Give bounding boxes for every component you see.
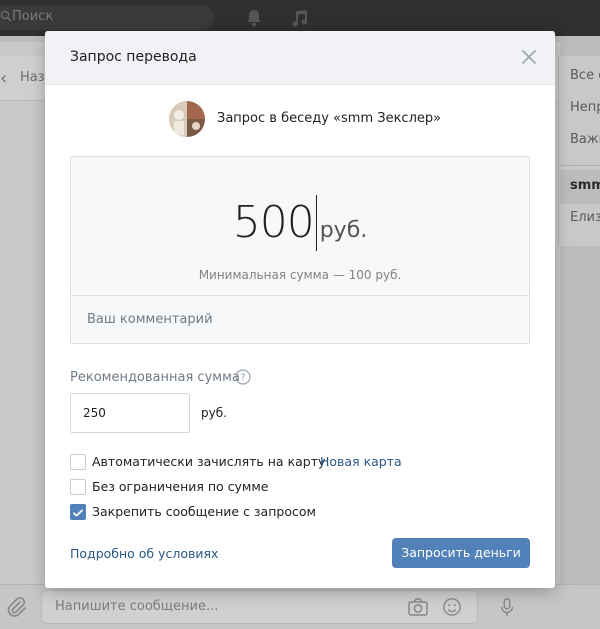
recommended-amount-value: 250 xyxy=(83,406,106,420)
camera-icon[interactable] xyxy=(407,597,429,617)
modal-header: Запрос перевода xyxy=(45,31,555,85)
smile-icon[interactable] xyxy=(441,597,463,617)
option-pin-message-label: Закрепить сообщение с запросом xyxy=(92,504,316,519)
chevron-left-icon[interactable]: ‹ xyxy=(0,68,7,89)
amount-line[interactable]: 500 руб. xyxy=(71,195,529,251)
avatar-collage-icon xyxy=(169,101,205,137)
minimum-amount-note: Минимальная сумма — 100 руб. xyxy=(198,268,402,282)
terms-link[interactable]: Подробно об условиях xyxy=(70,546,218,561)
comment-placeholder: Ваш комментарий xyxy=(87,312,213,327)
search-field[interactable]: Поиск xyxy=(0,5,214,30)
music-icon[interactable] xyxy=(289,8,309,28)
paperclip-icon[interactable] xyxy=(6,596,26,618)
option-no-limit-label: Без ограничения по сумме xyxy=(92,479,269,494)
svg-text:?: ? xyxy=(240,373,245,384)
option-auto-card-label: Автоматически зачислять на карту: xyxy=(92,454,330,469)
comment-input[interactable]: Ваш комментарий xyxy=(71,296,529,343)
filter-important[interactable]: Важн xyxy=(570,132,600,147)
close-icon[interactable] xyxy=(521,49,537,65)
checkmark-icon xyxy=(73,509,83,517)
chat-item-eliz[interactable]: Елиз xyxy=(570,210,600,225)
search-placeholder: Поиск xyxy=(12,9,54,24)
amount-currency: руб. xyxy=(319,218,368,243)
back-label[interactable]: Наз xyxy=(20,70,45,85)
checkbox-no-limit[interactable] xyxy=(70,479,86,495)
filter-unread[interactable]: Непр xyxy=(570,100,600,115)
text-cursor xyxy=(315,195,317,251)
request-money-button[interactable]: Запросить деньги xyxy=(392,538,530,568)
recommended-amount-label: Рекомендованная сумма xyxy=(70,370,240,385)
divider xyxy=(560,165,600,166)
modal-title: Запрос перевода xyxy=(70,49,197,65)
money-request-modal: Запрос перевода Запрос в беседу «smm Зек… xyxy=(45,31,555,588)
recommended-amount-input[interactable]: 250 xyxy=(70,393,190,433)
bell-icon[interactable] xyxy=(244,8,264,28)
checkbox-pin-message[interactable] xyxy=(70,504,86,520)
microphone-icon[interactable] xyxy=(496,597,518,617)
search-icon xyxy=(0,10,12,22)
new-card-link[interactable]: Новая карта xyxy=(320,454,402,469)
checkbox-auto-card[interactable] xyxy=(70,454,86,470)
help-icon[interactable]: ? xyxy=(235,369,251,385)
conversation-avatar xyxy=(169,101,205,137)
conversation-name: Запрос в беседу «smm Зекслер» xyxy=(217,111,442,126)
amount-input[interactable]: 500 xyxy=(233,197,315,248)
recommended-amount-unit: руб. xyxy=(201,406,227,420)
message-placeholder: Напишите сообщение... xyxy=(55,599,219,614)
filter-all[interactable]: Все с xyxy=(570,68,600,83)
amount-box: 500 руб. Минимальная сумма — 100 руб. Ваш… xyxy=(70,156,530,344)
chat-item-smm[interactable]: smm xyxy=(570,178,600,193)
